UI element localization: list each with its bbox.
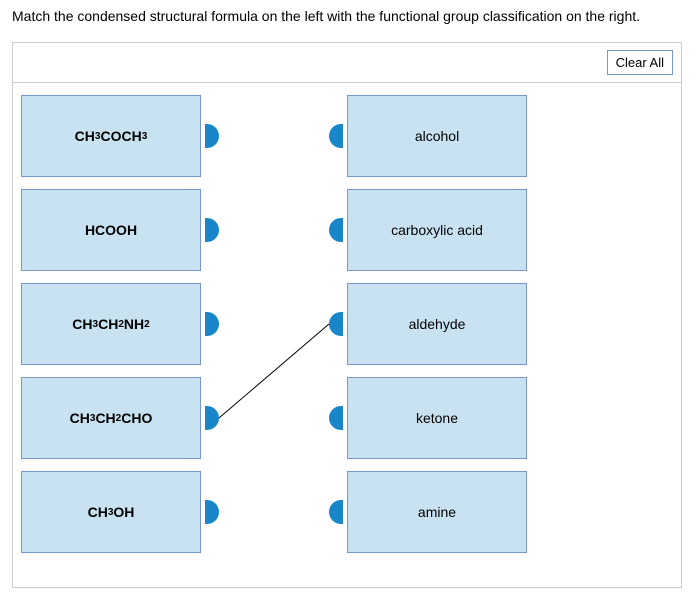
toolbar: Clear All <box>13 43 681 83</box>
gap <box>219 136 329 137</box>
question-prompt: Match the condensed structural formula o… <box>12 8 687 24</box>
gap <box>219 418 329 419</box>
gap <box>219 324 329 325</box>
connector-left[interactable] <box>205 124 219 148</box>
formula-card[interactable]: HCOOH <box>21 189 201 271</box>
match-row: HCOOH carboxylic acid <box>21 189 673 271</box>
connector-right[interactable] <box>329 406 343 430</box>
match-frame: Clear All CH3COCH3 alcohol HCOOH carboxylic… <box>12 42 682 588</box>
group-card[interactable]: amine <box>347 471 527 553</box>
formula-card[interactable]: CH3CH2CHO <box>21 377 201 459</box>
match-zone: CH3COCH3 alcohol HCOOH carboxylic acid CH3CH… <box>13 83 681 587</box>
formula-card[interactable]: CH3COCH3 <box>21 95 201 177</box>
match-row: CH3OH amine <box>21 471 673 553</box>
group-card[interactable]: carboxylic acid <box>347 189 527 271</box>
connector-right[interactable] <box>329 218 343 242</box>
connector-right[interactable] <box>329 500 343 524</box>
formula-card[interactable]: CH3OH <box>21 471 201 553</box>
connector-left[interactable] <box>205 406 219 430</box>
formula-card[interactable]: CH3CH2NH2 <box>21 283 201 365</box>
gap <box>219 512 329 513</box>
group-card[interactable]: alcohol <box>347 95 527 177</box>
connector-right[interactable] <box>329 312 343 336</box>
connector-left[interactable] <box>205 218 219 242</box>
gap <box>219 230 329 231</box>
clear-all-button[interactable]: Clear All <box>607 50 673 75</box>
match-row: CH3COCH3 alcohol <box>21 95 673 177</box>
connector-left[interactable] <box>205 312 219 336</box>
match-row: CH3CH2NH2 aldehyde <box>21 283 673 365</box>
connector-right[interactable] <box>329 124 343 148</box>
match-row: CH3CH2CHO ketone <box>21 377 673 459</box>
group-card[interactable]: aldehyde <box>347 283 527 365</box>
group-card[interactable]: ketone <box>347 377 527 459</box>
connector-left[interactable] <box>205 500 219 524</box>
